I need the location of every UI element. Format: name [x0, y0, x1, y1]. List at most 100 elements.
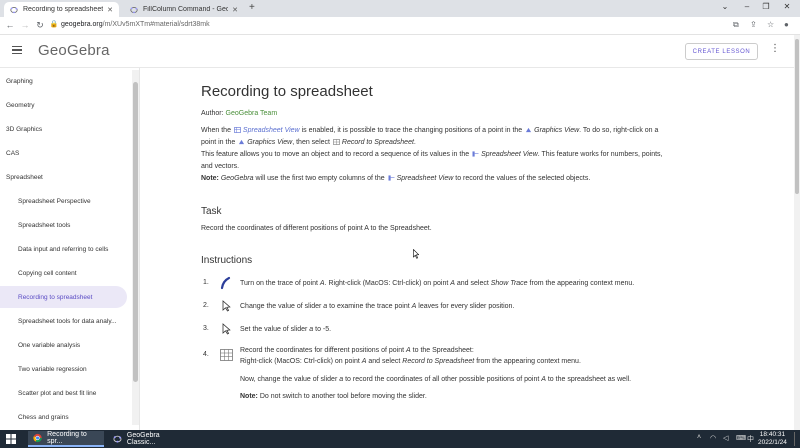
- main-content: Recording to spreadsheet Author: GeoGebr…: [141, 68, 794, 430]
- intro-text: This feature allows you to move an objec…: [201, 151, 470, 158]
- sidebar-item[interactable]: Two variable regression: [0, 358, 130, 380]
- spreadsheet-icon: [218, 347, 234, 363]
- tab-title: FillColumn Command - GeoGe: [143, 6, 229, 13]
- intro-text: is enabled, it is possible to trace the …: [301, 127, 523, 134]
- intro-text: .: [413, 139, 416, 146]
- intro-text: point in the: [201, 139, 236, 146]
- geogebra-favicon-icon: [10, 6, 18, 13]
- spreadsheet-view-link[interactable]: Spreadsheet View: [243, 127, 300, 134]
- more-options-icon[interactable]: ⋮: [770, 43, 780, 54]
- sidebar-item[interactable]: Spreadsheet tools: [0, 214, 130, 236]
- note-text: GeoGebra: [220, 175, 254, 182]
- taskbar-app-geogebra[interactable]: GeoGebra Classic...: [108, 431, 188, 447]
- intro-text: . This feature works for numbers, points…: [537, 151, 663, 158]
- sidebar-item[interactable]: 3D Graphics: [0, 118, 130, 140]
- spreadsheet-view-text: Spreadsheet View: [396, 175, 454, 182]
- close-icon[interactable]: ✕: [232, 6, 238, 14]
- profile-icon[interactable]: ●: [784, 20, 789, 29]
- url-field[interactable]: geogebra.org/m/XUv5mXTm#material/sdrt38m…: [61, 21, 210, 28]
- show-desktop-button[interactable]: [794, 432, 798, 446]
- sidebar-item[interactable]: Data input and referring to cells: [0, 238, 130, 260]
- note-text: to record the values of the selected obj…: [455, 175, 591, 182]
- back-icon[interactable]: ←: [3, 20, 17, 30]
- volume-icon[interactable]: ◁: [723, 434, 728, 442]
- mouse-cursor-icon: [413, 249, 419, 259]
- close-window-button[interactable]: ✕: [780, 2, 794, 11]
- author-link[interactable]: GeoGebra Team: [226, 110, 278, 117]
- intro-text: . To do so, right-click on a: [579, 127, 659, 134]
- minimize-button[interactable]: –: [740, 2, 754, 11]
- sidebar-item[interactable]: CAS: [0, 142, 130, 164]
- taskbar: Recording to spr... GeoGebra Classic... …: [0, 430, 800, 448]
- step-3-text: Set the value of slider a to -5.: [240, 326, 332, 333]
- intro-text: , then select: [292, 139, 330, 146]
- intro-text: When the: [201, 127, 231, 134]
- tabs-menu-icon[interactable]: ⌄: [718, 2, 732, 11]
- keyboard-icon[interactable]: ⌨: [736, 434, 746, 442]
- author-label: Author:: [201, 110, 224, 117]
- address-bar: ← → ↻ 🔒 geogebra.org/m/XUv5mXTm#material…: [0, 17, 800, 35]
- graphics-view-icon: [526, 127, 532, 133]
- sidebar-item[interactable]: Geometry: [0, 94, 130, 116]
- bookmark-star-icon[interactable]: ☆: [767, 20, 774, 29]
- ime-icon[interactable]: 中: [747, 434, 754, 444]
- clock-time: 18:40:31: [759, 431, 786, 438]
- sidebar-item[interactable]: Recording to spreadsheet: [0, 286, 127, 308]
- sidebar-item[interactable]: Graphing: [0, 70, 130, 92]
- wifi-icon[interactable]: ◠: [710, 434, 716, 442]
- intro-paragraph: When the Spreadsheet View is enabled, it…: [201, 125, 741, 185]
- sidebar-item[interactable]: Copying cell content: [0, 262, 130, 284]
- system-clock[interactable]: 18:40:31 2022/1/24: [758, 431, 787, 447]
- install-icon[interactable]: ⧉: [733, 20, 739, 30]
- step-2-text: Change the value of slider a to examine …: [240, 303, 515, 310]
- geogebra-logo[interactable]: GeoGebra: [38, 42, 110, 59]
- chevron-up-icon[interactable]: ˄: [697, 434, 701, 441]
- sidebar: Graphing Geometry 3D Graphics CAS Spreadshee…: [0, 68, 140, 430]
- sidebar-item[interactable]: Scatter plot and best fit line: [0, 382, 130, 404]
- instructions-heading: Instructions: [201, 255, 253, 266]
- tab-title: Recording to spreadsheet – Ge: [23, 6, 104, 13]
- spreadsheet-view-icon: [388, 175, 395, 181]
- create-lesson-button[interactable]: CREATE LESSON: [685, 43, 758, 60]
- menu-icon[interactable]: [12, 46, 22, 55]
- move-icon: [218, 298, 234, 314]
- spreadsheet-view-text: Spreadsheet View: [481, 151, 538, 158]
- geogebra-icon: [113, 435, 122, 443]
- windows-start-icon[interactable]: [6, 434, 16, 444]
- sidebar-item[interactable]: Spreadsheet tools for data analy...: [0, 310, 130, 332]
- main-scrollbar[interactable]: [794, 35, 800, 430]
- spreadsheet-view-icon: [472, 151, 479, 157]
- browser-tab[interactable]: FillColumn Command - GeoGe ✕: [124, 2, 244, 17]
- maximize-button[interactable]: ❐: [759, 2, 773, 11]
- author-line: Author: GeoGebra Team: [201, 110, 277, 117]
- intro-text: and vectors.: [201, 163, 240, 170]
- taskbar-app-title: GeoGebra Classic...: [126, 432, 160, 446]
- step-4-note: Note: Do not switch to another tool befo…: [240, 393, 427, 400]
- close-icon[interactable]: ✕: [107, 6, 113, 14]
- taskbar-app-chrome[interactable]: Recording to spr...: [28, 431, 104, 447]
- sidebar-item[interactable]: Chess and grains: [0, 406, 130, 428]
- forward-icon[interactable]: →: [18, 20, 32, 30]
- sidebar-item[interactable]: One variable analysis: [0, 334, 130, 356]
- share-icon[interactable]: ⇪: [750, 20, 757, 29]
- sidebar-item[interactable]: Spreadsheet: [0, 166, 130, 188]
- sidebar-scrollbar[interactable]: [132, 70, 139, 425]
- new-tab-button[interactable]: +: [249, 2, 255, 13]
- step-4-followup: Now, change the value of slider a to rec…: [240, 376, 632, 383]
- task-text: Record the coordinates of different posi…: [201, 225, 432, 232]
- app-header: GeoGebra CREATE LESSON ⋮: [0, 35, 794, 68]
- browser-tab-bar: Recording to spreadsheet – Ge ✕ FillColu…: [0, 0, 800, 17]
- lock-icon[interactable]: 🔒: [47, 20, 61, 28]
- trace-icon: [218, 275, 234, 291]
- chrome-icon: [33, 433, 42, 443]
- step-number: 3.: [203, 325, 209, 332]
- browser-tab-active[interactable]: Recording to spreadsheet – Ge ✕: [4, 2, 119, 17]
- sidebar-item[interactable]: Spreadsheet Perspective: [0, 190, 130, 212]
- taskbar-app-title: Recording to spr...: [47, 431, 87, 445]
- step-number: 4.: [203, 351, 209, 358]
- url-path: /m/XUv5mXTm#material/sdrt38mk: [102, 21, 210, 28]
- graphics-view-text: Graphics View: [247, 139, 293, 146]
- step-1-text: Turn on the trace of point A. Right-clic…: [240, 280, 635, 287]
- step-4-text: Record the coordinates for different pos…: [240, 347, 581, 365]
- reload-icon[interactable]: ↻: [33, 20, 47, 31]
